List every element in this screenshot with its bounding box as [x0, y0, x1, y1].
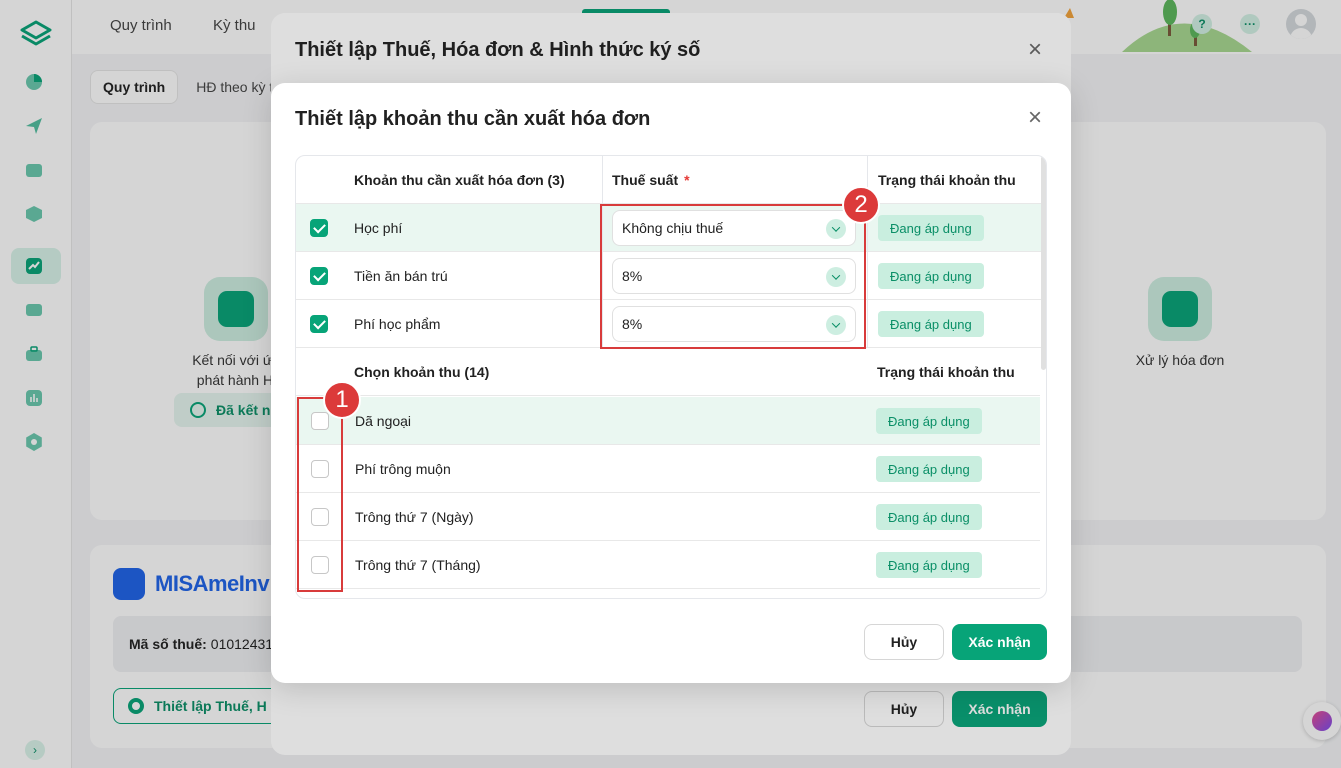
table-header-row: Khoản thu cần xuất hóa đơn (3) Thuế suất… — [296, 156, 1042, 204]
fee-name: Tiền ăn bán trú — [354, 268, 448, 284]
annotation-box-tax-rate — [600, 204, 866, 349]
status-header: Trạng thái khoản thu — [878, 172, 1016, 188]
fee-name: Phí học phẩm — [354, 316, 441, 332]
row-checkbox-checked[interactable] — [310, 267, 328, 285]
tax-rate-header: Thuế suất * — [612, 172, 690, 188]
fee-name: Phí trông muộn — [355, 461, 451, 477]
fee-name: Học phí — [354, 220, 403, 236]
cancel-button[interactable]: Hủy — [864, 624, 944, 660]
close-icon[interactable]: × — [1023, 106, 1047, 131]
row-checkbox-checked[interactable] — [310, 315, 328, 333]
status-badge: Đang áp dụng — [878, 215, 984, 241]
fee-name: Trông thứ 7 (Tháng) — [355, 557, 481, 573]
table-row: Dã ngoại Đang áp dụng — [296, 397, 1040, 445]
modal-title: Thiết lập khoản thu cần xuất hóa đơn — [295, 108, 651, 130]
annotation-marker-1: 1 — [323, 381, 361, 419]
table-row: Phí trông muộn Đang áp dụng — [296, 445, 1040, 493]
status-badge: Đang áp dụng — [878, 311, 984, 337]
status-badge: Đang áp dụng — [876, 456, 982, 482]
status-badge: Đang áp dụng — [876, 552, 982, 578]
choose-header-row: Chọn khoản thu (14) Trạng thái khoản thu — [296, 348, 1040, 396]
status-badge: Đang áp dụng — [876, 408, 982, 434]
fee-invoice-setup-modal: Thiết lập khoản thu cần xuất hóa đơn × K… — [271, 83, 1071, 683]
row-checkbox-checked[interactable] — [310, 219, 328, 237]
fee-name: Trông thứ 7 (Ngày) — [355, 509, 474, 525]
annotation-box-checkboxes — [297, 397, 343, 592]
table-row: Trông thứ 7 (Ngày) Đang áp dụng — [296, 493, 1040, 541]
selected-fees-header: Khoản thu cần xuất hóa đơn (3) — [354, 172, 565, 188]
annotation-marker-2: 2 — [842, 186, 880, 224]
choose-fees-header: Chọn khoản thu (14) — [354, 364, 490, 380]
status-badge: Đang áp dụng — [878, 263, 984, 289]
confirm-button[interactable]: Xác nhận — [952, 624, 1047, 660]
fee-name: Dã ngoại — [355, 413, 412, 429]
status-badge: Đang áp dụng — [876, 504, 982, 530]
table-scrollbar[interactable] — [1041, 156, 1046, 370]
table-row: Trông thứ 7 (Tháng) Đang áp dụng — [296, 541, 1040, 589]
choose-status-header: Trạng thái khoản thu — [877, 364, 1015, 380]
column-divider — [867, 156, 868, 348]
